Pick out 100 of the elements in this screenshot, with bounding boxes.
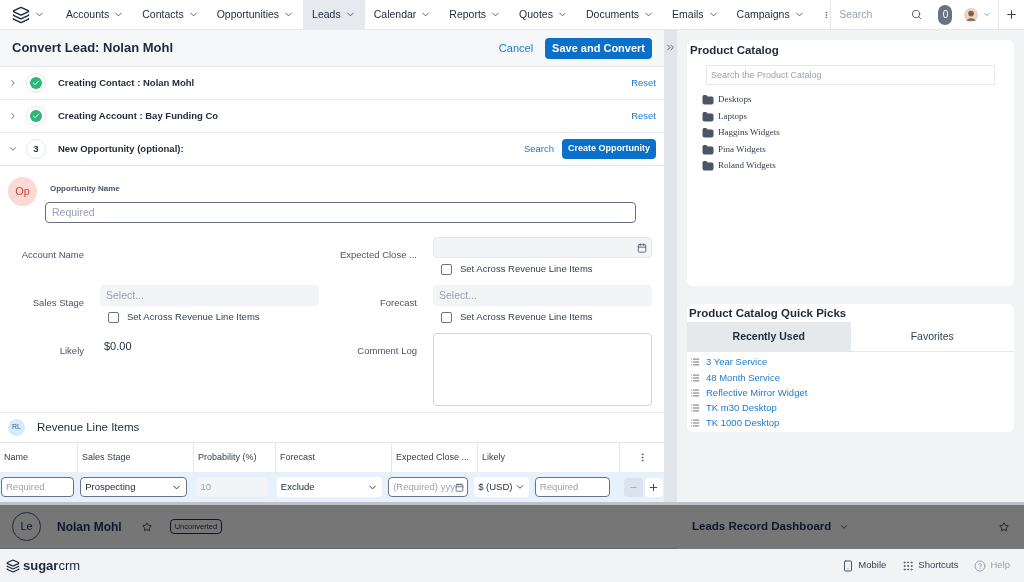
field-label: Sales Stage: [32, 297, 84, 308]
save-and-convert-button[interactable]: Save and Convert: [545, 37, 652, 59]
column-header: Name: [4, 450, 28, 464]
logo-icon: [12, 5, 30, 24]
list-icon: [690, 403, 700, 414]
calendar-icon: [637, 242, 647, 253]
checkbox[interactable]: [441, 311, 452, 323]
nav-tab[interactable]: Emails: [663, 0, 728, 30]
phone-icon: [842, 559, 855, 572]
step-title: New Opportunity (optional):: [58, 141, 185, 156]
date-field[interactable]: [433, 237, 652, 258]
column-header: Sales Stage: [82, 450, 131, 464]
name-field[interactable]: Required: [1, 477, 75, 497]
plus-icon: [648, 481, 660, 493]
quick-pick-link[interactable]: 3 Year Service: [706, 355, 768, 370]
nav-tab[interactable]: Contacts: [133, 0, 208, 30]
quick-pick-link[interactable]: TK m30 Desktop: [706, 401, 777, 416]
logo-icon: [6, 558, 20, 573]
checkbox-label: Set Across Revenue Line Items: [460, 310, 593, 324]
collapse-icon[interactable]: [665, 42, 676, 53]
caret-icon: [514, 482, 525, 492]
column-header: Probability (%): [198, 450, 257, 464]
column-header: Expected Close ...: [396, 450, 470, 464]
create-button[interactable]: Create Opportunity: [562, 139, 656, 159]
checkbox[interactable]: [108, 311, 119, 323]
list-icon: [690, 357, 700, 368]
checkbox[interactable]: [441, 263, 452, 275]
folder-icon: [702, 94, 714, 106]
nav-tab[interactable]: Opportunities: [207, 0, 304, 30]
list-icon: [690, 387, 700, 398]
action-link[interactable]: Reset: [631, 108, 656, 124]
footer-link[interactable]: Shortcuts: [918, 558, 959, 573]
field-label: Forecast: [380, 297, 417, 308]
add-button[interactable]: [644, 477, 663, 497]
card-title: Product Catalog: [690, 43, 780, 58]
favorite-star-icon[interactable]: [999, 522, 1009, 532]
search-field[interactable]: Search: [830, 0, 931, 30]
nav-tab[interactable]: Accounts: [57, 0, 134, 30]
record-avatar: Op: [8, 177, 37, 206]
folder-icon: [702, 143, 714, 156]
section-title: Revenue Line Items: [37, 419, 140, 435]
folder-item[interactable]: Roland Widgets: [718, 159, 776, 173]
checkbox-label: Set Across Revenue Line Items: [127, 310, 260, 324]
folder-item[interactable]: Haggins Widgets: [718, 126, 780, 140]
dots-icon: [902, 559, 915, 572]
list-icon: [690, 418, 700, 429]
catalog-search-field[interactable]: Search the Product Catalog: [706, 65, 995, 86]
quick-pick-link[interactable]: TK 1000 Desktop: [706, 416, 780, 431]
forecast-select[interactable]: Exclude: [276, 477, 383, 497]
quick-picks-tab[interactable]: Recently Used: [687, 322, 851, 352]
expand-toggle[interactable]: [8, 78, 18, 88]
quick-pick-link[interactable]: Reflective Mirror Widget: [706, 385, 808, 400]
record-name: Nolan Mohl: [57, 518, 122, 536]
field-label: Account Name: [21, 249, 84, 260]
opportunity-name-field[interactable]: Required: [45, 202, 636, 223]
nav-tab[interactable]: Quotes: [510, 0, 577, 30]
expected-close-field[interactable]: (Required) yyy: [388, 477, 469, 497]
list-icon: [690, 372, 700, 383]
nav-tab[interactable]: Reports: [440, 0, 511, 30]
field-label: Likely: [59, 345, 84, 356]
notification-count[interactable]: 0: [938, 4, 953, 25]
expand-toggle[interactable]: [8, 111, 18, 121]
nav-tab[interactable]: Calendar: [364, 0, 441, 30]
cancel-link[interactable]: Cancel: [498, 39, 534, 57]
folder-icon: [702, 160, 714, 172]
column-header: Forecast: [280, 450, 315, 464]
currency-select[interactable]: $ (USD): [474, 477, 529, 497]
field-value: $0.00: [103, 340, 132, 352]
step-title: Creating Account : Bay Funding Co: [58, 108, 220, 123]
action-link[interactable]: Reset: [631, 75, 656, 91]
sales-stage-select[interactable]: Prospecting: [80, 477, 187, 497]
footer-link[interactable]: Mobile: [858, 558, 887, 573]
nav-tab[interactable]: Campaigns: [727, 0, 814, 30]
sugarcrm-logo: sugarcrm: [23, 556, 81, 575]
folder-icon: [702, 110, 714, 123]
favorite-star-icon[interactable]: [141, 521, 152, 532]
field-label: Comment Log: [357, 345, 417, 356]
folder-item[interactable]: Laptops: [718, 109, 747, 124]
field-label: Expected Close ...: [339, 249, 417, 260]
nav-tab[interactable]: Leads: [303, 0, 365, 30]
action-link[interactable]: Search: [523, 141, 554, 157]
calendar-icon: [454, 482, 464, 492]
card-title: Product Catalog Quick Picks: [688, 306, 848, 321]
folder-icon: [702, 127, 714, 139]
nav-tab[interactable]: Documents: [576, 0, 664, 30]
likely-field[interactable]: Required: [534, 477, 611, 497]
caret-icon: [839, 522, 850, 532]
help-icon: [974, 559, 987, 572]
folder-item[interactable]: Pina Widgets: [718, 142, 766, 157]
field-label: Opportunity Name: [50, 184, 120, 193]
add-icon[interactable]: [1005, 8, 1019, 21]
column-header: Likely: [482, 450, 505, 464]
page-title: Convert Lead: Nolan Mohl: [12, 39, 175, 58]
search-icon: [911, 9, 923, 20]
dashboard-title[interactable]: Leads Record Dashboard: [692, 518, 832, 536]
expand-toggle[interactable]: [8, 144, 18, 154]
quick-pick-link[interactable]: 48 Month Service: [706, 370, 780, 385]
folder-item[interactable]: Desktops: [718, 93, 752, 107]
step-number: 3: [33, 141, 39, 156]
step-title: Creating Contact : Nolan Mohl: [58, 75, 196, 90]
